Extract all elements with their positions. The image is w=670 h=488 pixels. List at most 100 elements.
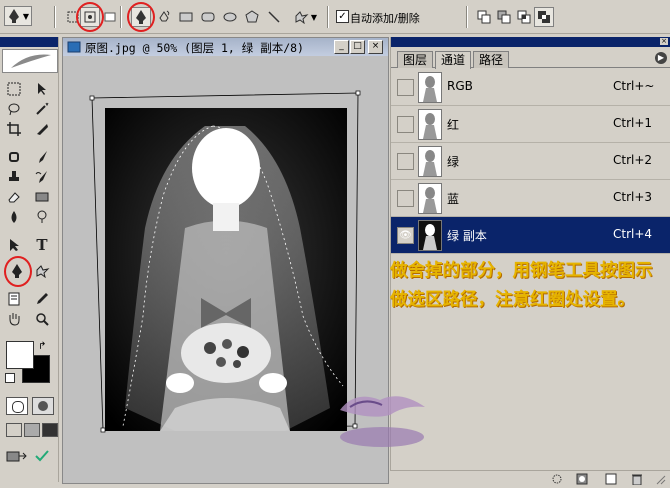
line-button[interactable] (264, 7, 284, 27)
marquee-icon (7, 82, 21, 96)
custom-shape-icon (295, 11, 309, 24)
close-button[interactable]: × (368, 40, 383, 54)
blur-tool[interactable] (4, 207, 24, 227)
channel-row[interactable]: 绿 Ctrl+2 (391, 143, 670, 180)
chevron-down-icon: ▼ (22, 11, 30, 21)
maximize-button[interactable]: □ (350, 40, 365, 54)
rounded-rectangle-button[interactable] (198, 7, 218, 27)
brush-tool[interactable] (32, 147, 52, 167)
visibility-eye-icon[interactable] (397, 190, 414, 207)
clone-stamp-icon (9, 171, 19, 181)
channel-row[interactable]: 红 Ctrl+1 (391, 106, 670, 143)
tab-layers[interactable]: 图层 (397, 51, 434, 68)
visibility-eye-icon[interactable] (397, 79, 414, 96)
ellipse-button[interactable] (220, 7, 240, 27)
chevron-down-icon: ▼ (310, 12, 318, 22)
notes-tool[interactable] (4, 289, 24, 309)
auto-add-delete-label: 自动添加/删除 (350, 12, 420, 25)
channel-shortcut: Ctrl+1 (613, 116, 653, 130)
magic-wand-icon (36, 102, 49, 115)
default-colors-icon[interactable] (5, 373, 15, 383)
screen-mode-full[interactable] (42, 423, 58, 437)
lasso-icon (8, 103, 20, 116)
channel-row[interactable]: 蓝 Ctrl+3 (391, 180, 670, 217)
zoom-tool[interactable] (32, 309, 52, 329)
document-title-bar[interactable]: 原图.jpg @ 50% (图层 1, 绿 副本/8) _ □ × (63, 38, 388, 56)
channel-name: 绿 (447, 155, 460, 169)
fill-pixels-button[interactable] (100, 7, 120, 27)
panel-menu-icon[interactable]: ▶ (655, 52, 667, 64)
slice-tool[interactable] (32, 119, 52, 139)
standard-mode-button[interactable] (6, 397, 28, 415)
path-selection-tool[interactable] (4, 235, 24, 255)
save-selection-icon[interactable] (575, 473, 589, 485)
quick-mask-button[interactable] (32, 397, 54, 415)
auto-add-delete-checkbox[interactable]: ✓ (336, 10, 349, 23)
type-tool[interactable]: T (32, 235, 52, 255)
path-subtract-button[interactable] (494, 7, 514, 27)
screen-mode-standard[interactable] (6, 423, 22, 437)
magic-wand-tool[interactable] (32, 99, 52, 119)
crop-icon (7, 122, 21, 136)
channel-row[interactable]: RGB Ctrl+~ (391, 69, 670, 106)
slice-icon (37, 124, 48, 135)
history-brush-tool[interactable] (32, 167, 52, 187)
channel-name: 绿 副本 (447, 229, 487, 243)
fill-pixels-icon (104, 12, 116, 22)
eyedropper-icon (37, 293, 48, 304)
path-intersect-button[interactable] (514, 7, 534, 27)
freeform-pen-button[interactable] (154, 7, 174, 27)
path-subtract-icon (497, 10, 511, 24)
gradient-icon (35, 192, 49, 202)
tab-paths[interactable]: 路径 (473, 51, 510, 68)
polygon-button[interactable] (242, 7, 262, 27)
marquee-tool[interactable] (4, 79, 24, 99)
swap-colors-icon[interactable]: ↱ (38, 341, 46, 352)
feather-icon (11, 54, 51, 68)
screen-mode-full-menu[interactable] (24, 423, 40, 437)
crop-tool[interactable] (4, 119, 24, 139)
custom-shape-tool[interactable] (32, 261, 52, 281)
move-icon (38, 83, 46, 95)
channel-thumbnail (418, 72, 442, 103)
notes-icon (8, 292, 20, 306)
tutorial-annotation: 做舍掉的部分，用钢笔工具按图示做选区路径，注意红圈处设置。 (390, 261, 653, 310)
healing-brush-icon (9, 152, 19, 162)
jump-to-imageready-button[interactable] (6, 449, 28, 463)
custom-shape-button[interactable]: ▼ (288, 7, 322, 27)
tab-channels[interactable]: 通道 (435, 51, 472, 69)
highlight-ring-pen-tool (4, 256, 32, 287)
visibility-eye-icon[interactable]: 👁 (397, 227, 414, 244)
rectangle-shape-button[interactable] (176, 7, 196, 27)
minimize-button[interactable]: _ (334, 40, 349, 54)
channel-thumbnail (418, 183, 442, 214)
visibility-eye-icon[interactable] (397, 116, 414, 133)
channel-shortcut: Ctrl+~ (613, 79, 655, 93)
pen-icon (8, 9, 19, 23)
gradient-tool[interactable] (32, 187, 52, 207)
panel-close-icon[interactable]: × (660, 38, 668, 45)
new-channel-icon[interactable] (604, 473, 618, 485)
pen-tool-preset-button[interactable]: ▼ (4, 6, 32, 26)
channel-row[interactable]: 👁 绿 副本 Ctrl+4 (391, 217, 670, 254)
path-add-button[interactable] (474, 7, 494, 27)
healing-brush-tool[interactable] (4, 147, 24, 167)
resize-grip-icon[interactable] (654, 473, 666, 485)
eyedropper-tool[interactable] (32, 289, 52, 309)
visibility-eye-icon[interactable] (397, 153, 414, 170)
eraser-tool[interactable] (4, 187, 24, 207)
hand-icon (9, 313, 20, 326)
feather-logo (2, 49, 58, 73)
clone-stamp-tool[interactable] (4, 167, 24, 187)
lasso-tool[interactable] (4, 99, 24, 119)
channel-thumbnail (418, 109, 442, 140)
hand-tool[interactable] (4, 309, 24, 329)
dodge-tool[interactable] (32, 207, 52, 227)
trash-icon[interactable] (630, 473, 644, 486)
zoom-icon (36, 313, 49, 326)
tools-title-bar (0, 37, 58, 47)
move-tool[interactable] (32, 79, 52, 99)
rounded-rectangle-icon (201, 12, 215, 22)
path-exclude-button[interactable] (534, 7, 554, 27)
load-selection-icon[interactable] (550, 473, 564, 485)
